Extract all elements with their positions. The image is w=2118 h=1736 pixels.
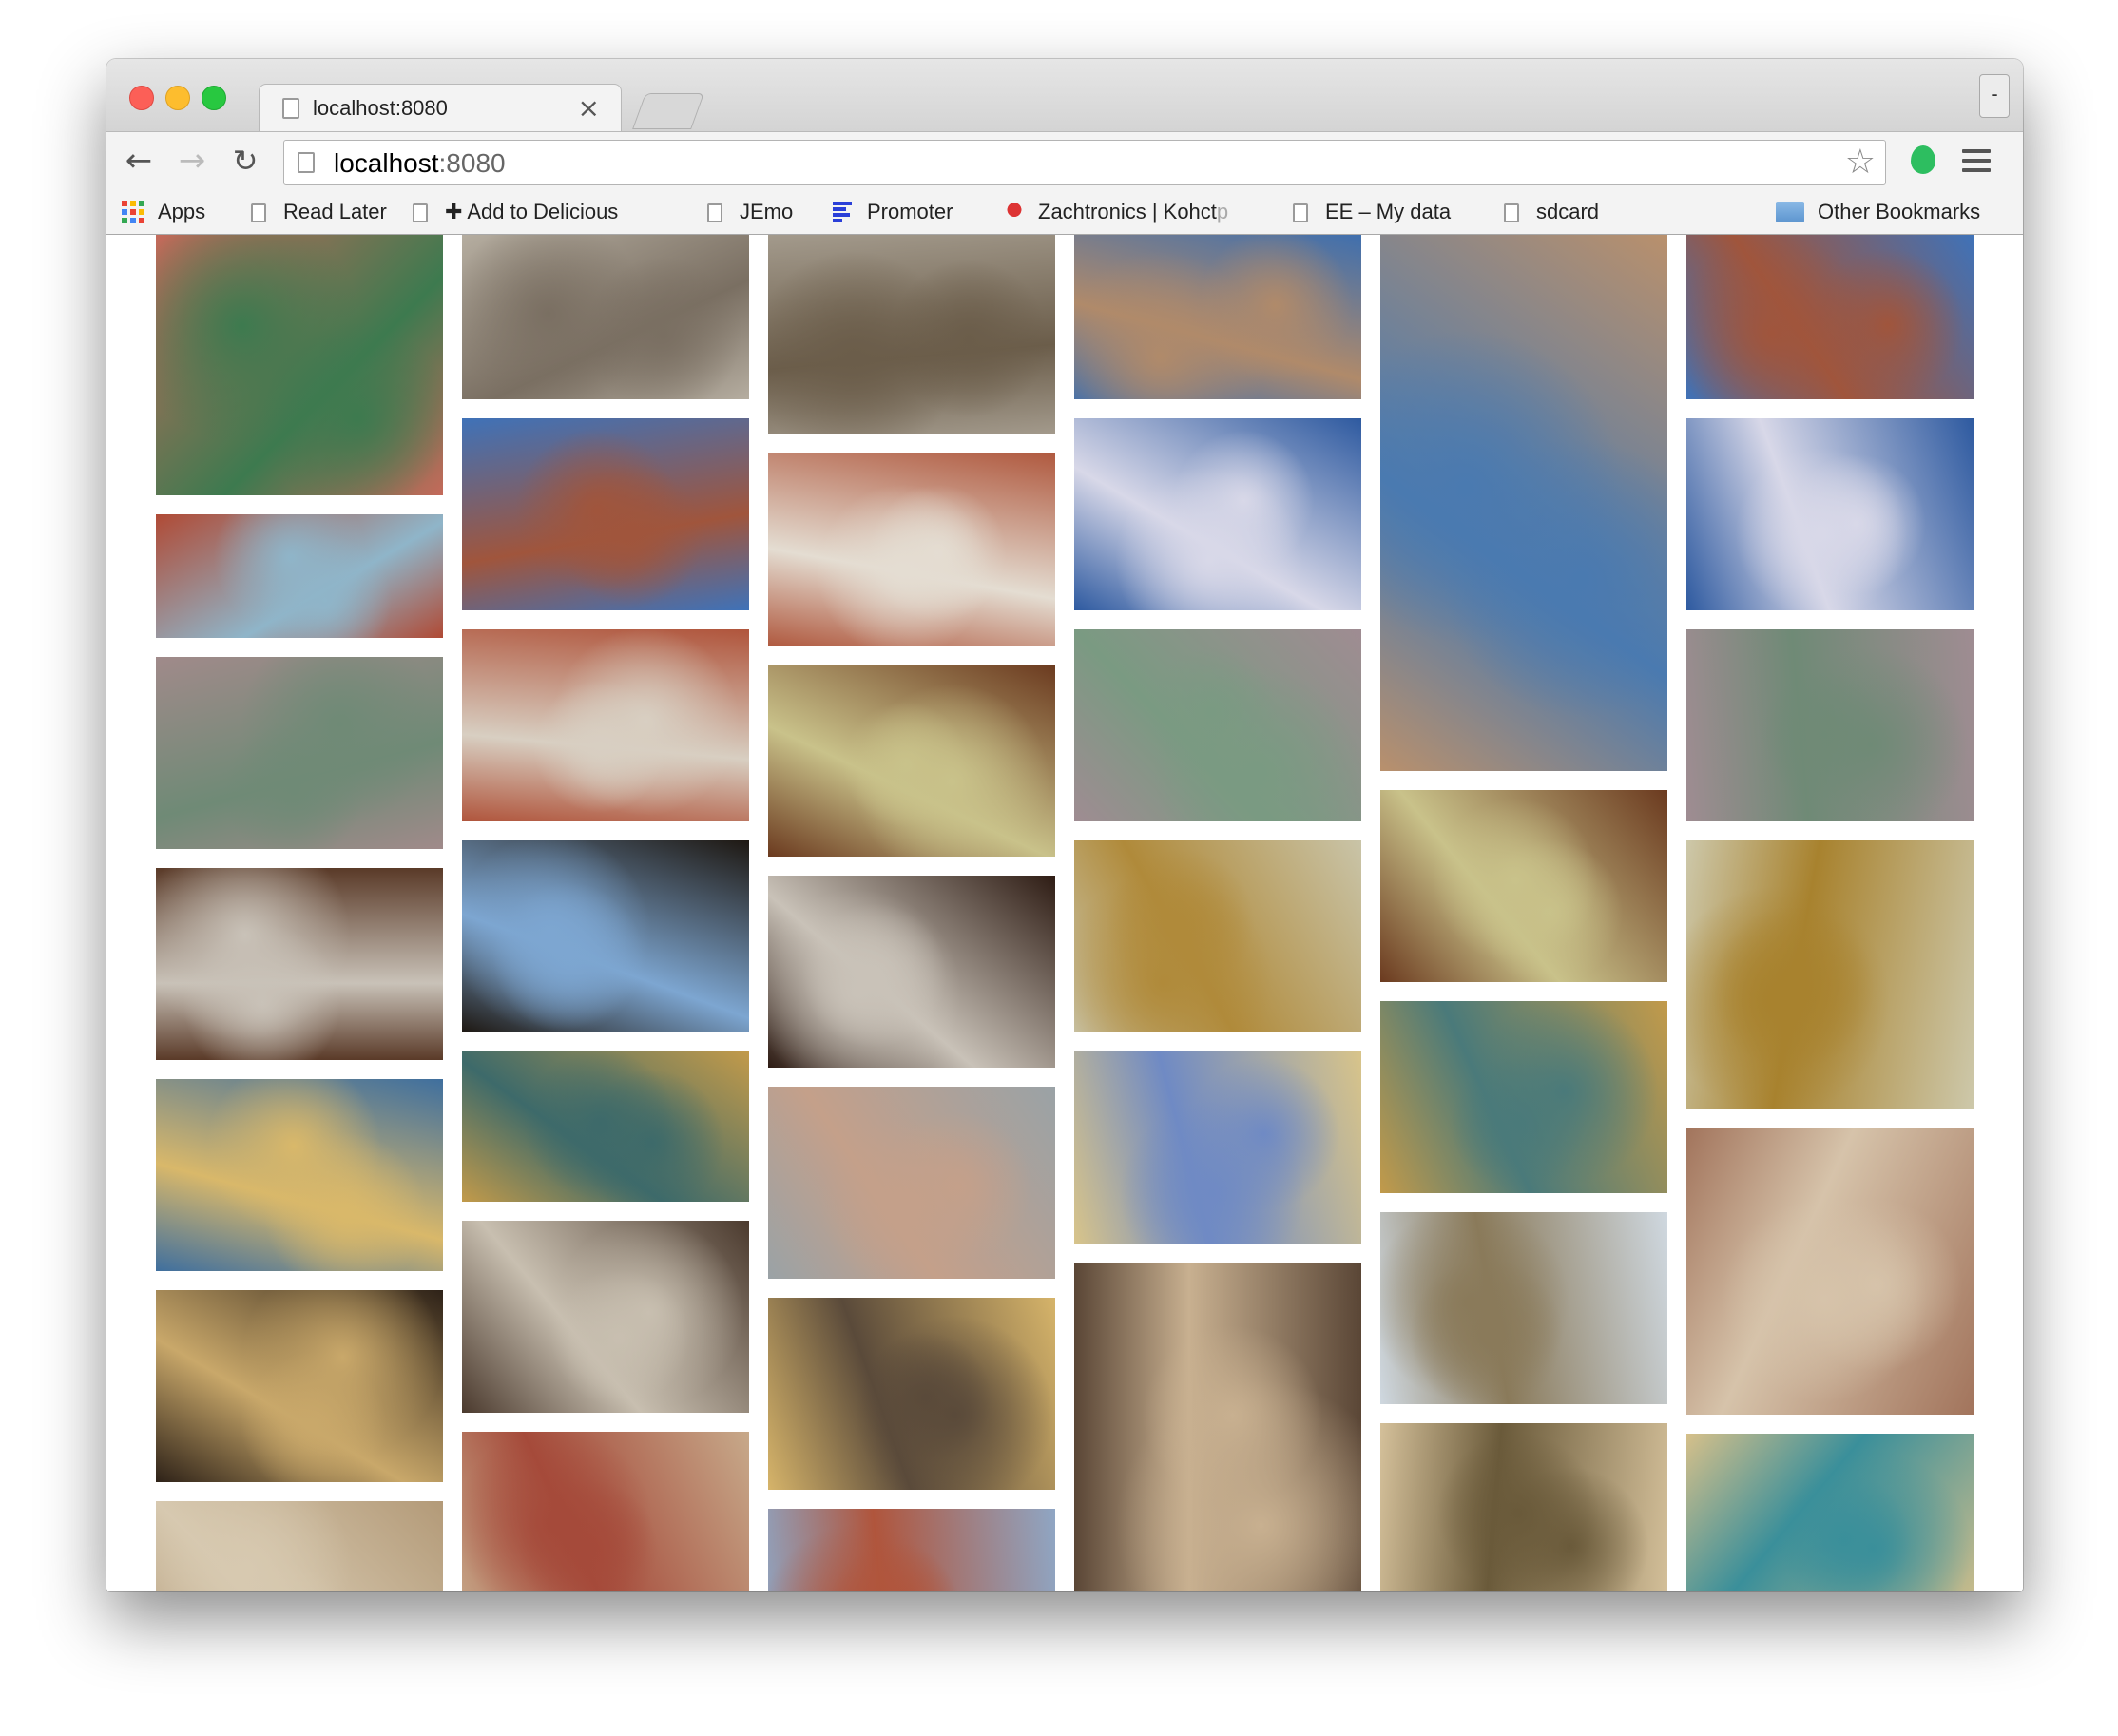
bookmark-label: JEmo [740,200,794,223]
red-facade-photo[interactable] [462,629,749,821]
bookmark-label: sdcard [1536,200,1600,223]
bookmark-promoter[interactable]: Promoter [833,198,953,226]
beige-wall-photo[interactable] [156,1501,443,1591]
url-host: localhost [334,148,439,178]
visitors-hall-photo[interactable] [462,235,749,399]
ornate-arch-photo[interactable] [462,1432,749,1591]
stained-glass-dome-photo[interactable] [1380,790,1667,982]
bookmark-label: Zachtronics | Kohct [1038,200,1217,223]
blue-window-photo[interactable] [462,840,749,1032]
bookmark-ee-my-data[interactable]: EE – My data [1293,198,1451,226]
photo-gallery [106,235,2023,1591]
browser-window: localhost:8080 × - ← → ↻ localhost:8080 … [106,59,2023,1591]
page-icon [282,98,299,119]
bookmark-label: EE – My data [1325,200,1452,223]
new-tab-button[interactable] [632,93,704,129]
floral-mosaic-frieze-photo[interactable] [462,1051,749,1202]
brick-arch-photo[interactable] [156,514,443,638]
window-menu-button[interactable]: - [1979,74,2010,118]
stained-glass-dome-photo[interactable] [768,665,1055,857]
red-pavilion-photo[interactable] [768,453,1055,646]
minimize-window-button[interactable] [165,86,190,110]
balcony-columns-photo[interactable] [1380,1423,1667,1591]
evernote-extension-icon[interactable] [1911,145,1935,174]
page-icon [707,203,722,222]
zachtronics-icon [1004,201,1025,223]
menu-hamburger-icon[interactable] [1962,149,1991,172]
bookmark-read-later[interactable]: Read Later [251,198,387,226]
page-icon [413,203,428,222]
zoom-window-button[interactable] [202,86,226,110]
red-dome-sky-photo[interactable] [1686,235,1974,399]
bookmark-zachtronics[interactable]: Zachtronics | Kohctp [1004,198,1228,226]
page-icon [1293,203,1308,222]
apps-grid-icon [122,201,144,223]
stained-glass-window-photo[interactable] [156,1290,443,1482]
red-dome-building-photo[interactable] [462,418,749,610]
dark-window-photo[interactable] [462,1221,749,1413]
bookmark-add-to-delicious[interactable]: ✚ Add to Delicious [413,198,618,226]
gold-swirl-mosaic-photo[interactable] [1686,840,1974,1109]
visitors-standing-photo[interactable] [768,235,1055,434]
sun-tower-sky-photo[interactable] [1686,418,1974,610]
other-bookmarks[interactable]: Other Bookmarks [1776,198,1980,226]
bookmarks-bar: Apps Read Later ✚ Add to Delicious JEmo … [106,188,2023,235]
floral-tile-photo[interactable] [156,235,443,495]
gold-mosaic-photo[interactable] [1074,840,1361,1032]
page-icon [298,152,315,173]
pink-tile-pattern-photo[interactable] [1686,629,1974,821]
doorway-photo[interactable] [1074,1263,1361,1591]
tab-strip: localhost:8080 × - [106,59,2023,132]
reload-icon[interactable]: ↻ [226,142,264,180]
woman-columns-photo[interactable] [1686,1434,1974,1591]
brick-tower-photo[interactable] [1380,235,1667,771]
other-bookmarks-label: Other Bookmarks [1818,200,1981,223]
bookmark-apps[interactable]: Apps [122,198,205,226]
sun-tower-photo[interactable] [1074,418,1361,610]
bookmark-label: Apps [158,200,206,223]
floral-mosaic-photo[interactable] [1380,1001,1667,1193]
folder-icon [1776,202,1804,222]
street-buildings-photo[interactable] [768,1509,1055,1591]
page-icon [1504,203,1519,222]
url-port: :8080 [438,148,506,178]
bookmark-label: Read Later [283,200,387,223]
bookmark-label: ✚ Add to Delicious [445,200,619,223]
seated-visitors-photo[interactable] [768,1298,1055,1490]
street-sideways-photo[interactable] [1380,1212,1667,1404]
tab-close-icon[interactable]: × [578,92,600,124]
address-text[interactable]: localhost:8080 [334,148,506,179]
bookmark-star-icon[interactable]: ☆ [1845,143,1876,182]
blue-mosaic-photo[interactable] [156,1079,443,1271]
tab-active[interactable]: localhost:8080 × [259,84,622,132]
bookmark-jemo[interactable]: JEmo [707,198,793,226]
promoter-icon [833,202,854,222]
brown-mosaic-photo[interactable] [1686,1128,1974,1415]
green-tile-pattern-photo[interactable] [1074,629,1361,821]
close-window-button[interactable] [129,86,154,110]
back-arrow-icon[interactable]: ← [120,142,158,180]
page-icon [251,203,266,222]
tab-title: localhost:8080 [313,96,448,120]
marble-mosaic-photo[interactable] [768,1087,1055,1279]
address-bar[interactable]: localhost:8080 ☆ [283,140,1886,185]
toolbar: ← → ↻ localhost:8080 ☆ [106,131,2023,189]
tower-sky-photo[interactable] [1074,235,1361,399]
bookmark-label-fade: p [1216,200,1229,223]
bookmark-label: Promoter [867,200,953,223]
round-window-photo[interactable] [156,868,443,1060]
mosaic-ledge-photo[interactable] [1074,1051,1361,1244]
bookmark-sdcard[interactable]: sdcard [1504,198,1599,226]
forward-arrow-icon[interactable]: → [173,142,211,180]
arched-window-photo[interactable] [768,876,1055,1068]
pink-tile-pattern-photo[interactable] [156,657,443,849]
